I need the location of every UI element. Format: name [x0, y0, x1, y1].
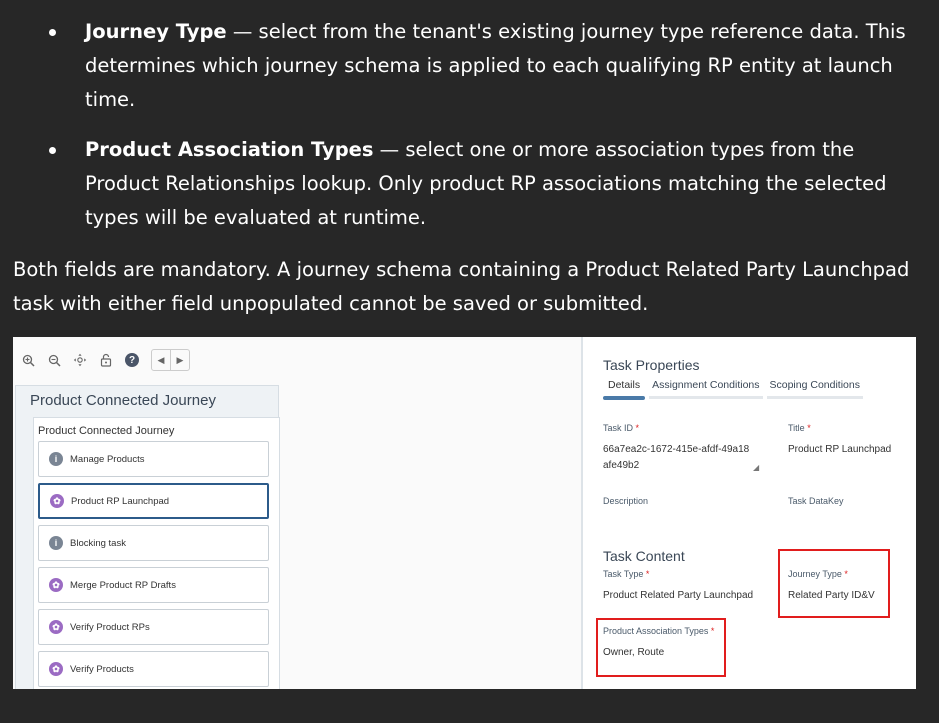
embedded-screenshot: ? ◀ ▶ Product Connected Journey Product …	[13, 337, 916, 689]
tab-assignment-conditions[interactable]: Assignment Conditions	[649, 379, 763, 399]
bullet-list: Journey Type — select from the tenant's …	[0, 15, 939, 251]
properties-tabs: Details Assignment Conditions Scoping Co…	[603, 379, 867, 400]
task-id-label: Task ID *	[603, 423, 640, 433]
info-icon: i	[49, 452, 63, 466]
panel-title: Task Properties	[603, 357, 700, 373]
tab-scoping-conditions[interactable]: Scoping Conditions	[766, 379, 863, 399]
gear-icon: ✿	[49, 662, 63, 676]
help-glyph: ?	[125, 353, 139, 367]
mandatory-paragraph: Both fields are mandatory. A journey sch…	[13, 258, 910, 315]
tab-label: Assignment Conditions	[652, 379, 760, 391]
bullet-dot	[49, 29, 56, 36]
nav-buttons: ◀ ▶	[151, 349, 190, 371]
tab-details[interactable]: Details	[603, 379, 646, 400]
task-label: Merge Product RP Drafts	[70, 579, 176, 591]
task-type-field[interactable]: Product Related Party Launchpad	[603, 588, 753, 604]
bullet-dot	[49, 147, 56, 154]
lock-icon[interactable]	[97, 351, 115, 369]
task-label: Verify Products	[70, 663, 134, 675]
zoom-out-icon[interactable]	[45, 351, 63, 369]
required-marker: *	[645, 569, 650, 579]
task-type-label: Task Type *	[603, 569, 650, 579]
journey-stage: Product Connected Journey Product Connec…	[15, 385, 280, 689]
journey-stage-inner: Product Connected Journey i Manage Produ…	[33, 417, 280, 689]
help-icon[interactable]: ?	[123, 351, 141, 369]
required-marker: *	[635, 423, 640, 433]
product-association-types-highlight	[596, 618, 726, 677]
gear-icon: ✿	[50, 494, 64, 508]
task-verify-products[interactable]: ✿ Verify Products	[38, 651, 269, 687]
task-verify-product-rps[interactable]: ✿ Verify Product RPs	[38, 609, 269, 645]
task-datakey-label: Task DataKey	[788, 496, 844, 506]
bullet-term: Journey Type	[85, 20, 227, 43]
tab-label: Details	[608, 379, 641, 391]
task-label: Product RP Launchpad	[71, 495, 170, 507]
tab-indicator	[649, 396, 763, 399]
move-icon[interactable]	[71, 351, 89, 369]
stage-title: Product Connected Journey	[38, 425, 175, 437]
task-id-field[interactable]: 66a7ea2c-1672-415e-afdf-49a18afe49b2	[603, 442, 751, 474]
title-label: Title *	[788, 423, 811, 433]
task-content-title: Task Content	[603, 548, 685, 564]
required-marker: *	[807, 423, 811, 433]
gear-icon: ✿	[49, 620, 63, 634]
canvas-toolbar: ? ◀ ▶	[19, 349, 190, 371]
task-blocking[interactable]: i Blocking task	[38, 525, 269, 561]
task-label: Manage Products	[70, 453, 145, 465]
designer-canvas: ? ◀ ▶ Product Connected Journey Product …	[13, 337, 581, 689]
journey-title: Product Connected Journey	[30, 392, 216, 409]
bullet-term: Product Association Types	[85, 138, 374, 161]
tab-label: Scoping Conditions	[769, 379, 860, 391]
tab-indicator	[766, 396, 863, 399]
bullet-journey-type: Journey Type — select from the tenant's …	[0, 15, 939, 117]
task-manage-products[interactable]: i Manage Products	[38, 441, 269, 477]
task-product-rp-launchpad[interactable]: ✿ Product RP Launchpad	[38, 483, 269, 519]
title-field[interactable]: Product RP Launchpad	[788, 442, 891, 458]
task-label: Verify Product RPs	[70, 621, 150, 633]
gear-icon: ✿	[49, 578, 63, 592]
bullet-product-association-types: Product Association Types — select one o…	[0, 133, 939, 235]
nav-next-button[interactable]: ▶	[171, 350, 189, 370]
tab-indicator	[603, 396, 646, 400]
task-merge-product-rp-drafts[interactable]: ✿ Merge Product RP Drafts	[38, 567, 269, 603]
resize-handle-icon[interactable]: ◢	[753, 463, 759, 472]
journey-type-highlight	[778, 549, 890, 618]
info-icon: i	[49, 536, 63, 550]
description-label: Description	[603, 496, 649, 506]
zoom-in-icon[interactable]	[19, 351, 37, 369]
task-properties-panel: Task Properties Details Assignment Condi…	[583, 337, 916, 689]
nav-prev-button[interactable]: ◀	[152, 350, 171, 370]
task-label: Blocking task	[70, 537, 126, 549]
